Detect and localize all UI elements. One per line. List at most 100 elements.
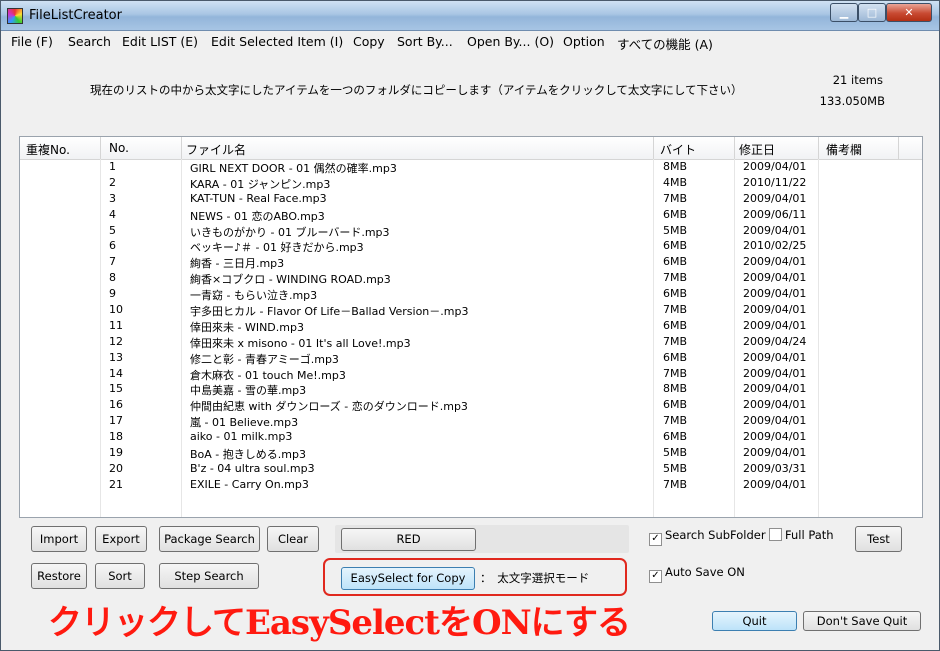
table-row[interactable]: 14 倉木麻衣 - 01 touch Me!.mp3 7MB 2009/04/01 — [20, 366, 922, 382]
cell-name: 絢香×コブクロ - WINDING ROAD.mp3 — [190, 273, 391, 287]
red-button[interactable]: RED — [341, 528, 476, 551]
menu-open-by[interactable]: Open By... (O) — [467, 34, 554, 49]
cell-name: KAT-TUN - Real Face.mp3 — [190, 191, 327, 205]
list-header: 重複No. No. ファイル名 バイト 修正日 備考欄 — [20, 137, 922, 160]
full-path-checkbox[interactable]: Full Path — [769, 528, 834, 542]
cell-no: 13 — [109, 350, 123, 364]
table-row[interactable]: 7 絢香 - 三日月.mp3 6MB 2009/04/01 — [20, 254, 922, 270]
table-row[interactable]: 20 B'z - 04 ultra soul.mp3 5MB 2009/03/31 — [20, 461, 922, 477]
menu-option[interactable]: Option — [563, 34, 605, 49]
close-button[interactable]: ✕ — [886, 3, 932, 22]
cell-name: EXILE - Carry On.mp3 — [190, 477, 309, 491]
cell-no: 12 — [109, 334, 123, 348]
table-row[interactable]: 17 嵐 - 01 Believe.mp3 7MB 2009/04/01 — [20, 413, 922, 429]
cell-name: いきものがかり - 01 ブルーバード.mp3 — [190, 225, 390, 239]
cell-byte: 7MB — [663, 303, 688, 317]
search-subfolder-box[interactable]: ✓ — [649, 533, 662, 546]
cell-no: 19 — [109, 446, 123, 460]
table-row[interactable]: 19 BoA - 抱きしめる.mp3 5MB 2009/04/01 — [20, 445, 922, 461]
column-header-filename[interactable]: ファイル名 — [186, 141, 246, 158]
quit-button[interactable]: Quit — [712, 611, 797, 631]
cell-name: 嵐 - 01 Believe.mp3 — [190, 416, 299, 430]
minimize-button[interactable]: ▁ — [830, 3, 858, 22]
full-path-box[interactable] — [769, 528, 782, 541]
package-search-button[interactable]: Package Search — [159, 526, 260, 552]
table-row[interactable]: 8 絢香×コブクロ - WINDING ROAD.mp3 7MB 2009/04/01 — [20, 270, 922, 286]
column-header-no[interactable]: No. — [109, 141, 129, 155]
list-rows: 1 GIRL NEXT DOOR - 01 偶然の確率.mp3 8MB 2009/04… — [20, 159, 922, 493]
menu-edit-list[interactable]: Edit LIST (E) — [122, 34, 198, 49]
test-button[interactable]: Test — [855, 526, 902, 552]
menu-search[interactable]: Search — [68, 34, 111, 49]
dont-save-quit-button[interactable]: Don't Save Quit — [803, 611, 921, 631]
cell-date: 2009/04/24 — [743, 334, 807, 348]
cell-name: 仲間由紀恵 with ダウンローズ - 恋のダウンロード.mp3 — [190, 400, 468, 414]
menu-edit-selected-item[interactable]: Edit Selected Item (I) — [211, 34, 343, 49]
cell-no: 17 — [109, 414, 123, 428]
cell-date: 2009/04/01 — [743, 366, 807, 380]
cell-no: 8 — [109, 271, 116, 285]
menu-sort-by[interactable]: Sort By... — [397, 34, 453, 49]
table-row[interactable]: 11 倖田來未 - WIND.mp3 6MB 2009/04/01 — [20, 318, 922, 334]
cell-name: 修二と彰 - 青春アミーゴ.mp3 — [190, 352, 339, 366]
cell-no: 18 — [109, 430, 123, 444]
easyselect-for-copy-button[interactable]: EasySelect for Copy — [341, 567, 475, 590]
column-header-bytes[interactable]: バイト — [660, 141, 696, 158]
cell-date: 2009/04/01 — [743, 477, 807, 491]
column-header-notes[interactable]: 備考欄 — [826, 141, 862, 158]
sort-button[interactable]: Sort — [95, 563, 145, 589]
cell-date: 2009/04/01 — [743, 271, 807, 285]
cell-date: 2009/04/01 — [743, 223, 807, 237]
table-row[interactable]: 3 KAT-TUN - Real Face.mp3 7MB 2009/04/01 — [20, 191, 922, 207]
table-row[interactable]: 4 NEWS - 01 恋のABO.mp3 6MB 2009/06/11 — [20, 207, 922, 223]
cell-name: 宇多田ヒカル - Flavor Of Life－Ballad Version－.… — [190, 305, 469, 319]
maximize-button[interactable]: □ — [858, 3, 886, 22]
table-row[interactable]: 2 KARA - 01 ジャンピン.mp3 4MB 2010/11/22 — [20, 175, 922, 191]
cell-name: 倖田來未 x misono - 01 It's all Love!.mp3 — [190, 336, 411, 350]
table-row[interactable]: 18 aiko - 01 milk.mp3 6MB 2009/04/01 — [20, 429, 922, 445]
cell-byte: 7MB — [663, 271, 688, 285]
table-row[interactable]: 21 EXILE - Carry On.mp3 7MB 2009/04/01 — [20, 477, 922, 493]
cell-date: 2009/04/01 — [743, 191, 807, 205]
auto-save-checkbox[interactable]: ✓ Auto Save ON — [649, 565, 745, 583]
table-row[interactable]: 1 GIRL NEXT DOOR - 01 偶然の確率.mp3 8MB 2009/04… — [20, 159, 922, 175]
menu-all-functions[interactable]: すべての機能 (A) — [617, 34, 713, 53]
file-list[interactable]: 重複No. No. ファイル名 バイト 修正日 備考欄 1 GIRL NEXT D… — [19, 136, 923, 518]
cell-byte: 6MB — [663, 207, 688, 221]
table-row[interactable]: 5 いきものがかり - 01 ブルーバード.mp3 5MB 2009/04/01 — [20, 223, 922, 239]
table-row[interactable]: 15 中島美嘉 - 雪の華.mp3 8MB 2009/04/01 — [20, 381, 922, 397]
clear-button[interactable]: Clear — [267, 526, 319, 552]
table-row[interactable]: 9 一青窈 - もらい泣き.mp3 6MB 2009/04/01 — [20, 286, 922, 302]
app-icon — [7, 8, 23, 24]
item-count: 21 items — [832, 73, 883, 87]
cell-no: 11 — [109, 318, 123, 332]
cell-byte: 7MB — [663, 366, 688, 380]
menu-file[interactable]: File (F) — [11, 34, 53, 49]
auto-save-box[interactable]: ✓ — [649, 570, 662, 583]
cell-date: 2010/02/25 — [743, 239, 807, 253]
cell-no: 14 — [109, 366, 123, 380]
cell-date: 2009/04/01 — [743, 350, 807, 364]
table-row[interactable]: 16 仲間由紀恵 with ダウンローズ - 恋のダウンロード.mp3 6MB 200… — [20, 397, 922, 413]
cell-date: 2009/03/31 — [743, 461, 807, 475]
table-row[interactable]: 6 ベッキー♪＃ - 01 好きだから.mp3 6MB 2010/02/25 — [20, 238, 922, 254]
title-bar[interactable]: FileListCreator ▁ □ ✕ — [1, 1, 939, 31]
column-header-duplicate-no[interactable]: 重複No. — [26, 141, 70, 158]
cell-date: 2009/04/01 — [743, 382, 807, 396]
cell-byte: 6MB — [663, 350, 688, 364]
column-header-modified[interactable]: 修正日 — [739, 141, 775, 158]
import-button[interactable]: Import — [31, 526, 87, 552]
table-row[interactable]: 10 宇多田ヒカル - Flavor Of Life－Ballad Version… — [20, 302, 922, 318]
restore-button[interactable]: Restore — [31, 563, 87, 589]
cell-byte: 6MB — [663, 239, 688, 253]
table-row[interactable]: 12 倖田來未 x misono - 01 It's all Love!.mp3 7… — [20, 334, 922, 350]
table-row[interactable]: 13 修二と彰 - 青春アミーゴ.mp3 6MB 2009/04/01 — [20, 350, 922, 366]
step-search-button[interactable]: Step Search — [159, 563, 259, 589]
cell-no: 4 — [109, 207, 116, 221]
menu-copy[interactable]: Copy — [353, 34, 385, 49]
search-subfolder-checkbox[interactable]: ✓ Search SubFolder — [649, 528, 766, 546]
cell-byte: 7MB — [663, 334, 688, 348]
cell-name: KARA - 01 ジャンピン.mp3 — [190, 177, 331, 191]
export-button[interactable]: Export — [95, 526, 147, 552]
info-message: 現在のリストの中から太文字にしたアイテムを一つのフォルダにコピーします（アイテム… — [90, 83, 743, 97]
